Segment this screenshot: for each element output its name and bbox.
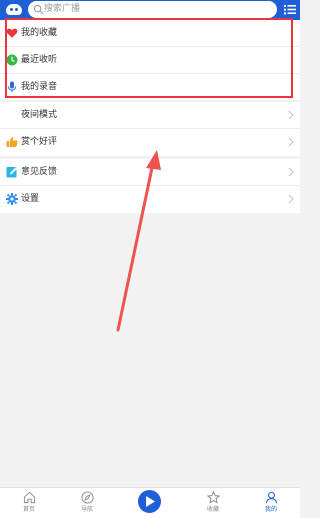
moon-icon bbox=[7, 109, 15, 120]
preferences-section: 夜间模式 赏个好评 bbox=[0, 102, 300, 156]
nav-tab-favorites[interactable]: 收藏 bbox=[198, 491, 228, 517]
nav-tab-home[interactable]: 首页 bbox=[14, 491, 44, 517]
nav-tab-mine[interactable]: 我的 bbox=[256, 491, 286, 517]
menu-item-label: 设置 bbox=[21, 194, 40, 204]
menu-item-feedback[interactable]: 意见反馈 bbox=[0, 159, 300, 186]
chevron-right-icon bbox=[288, 194, 294, 204]
search-input[interactable]: 搜索广播 bbox=[28, 1, 277, 18]
feedback-edit-icon bbox=[6, 167, 17, 178]
search-placeholder: 搜索广播 bbox=[44, 4, 81, 14]
menu-item-label: 意见反馈 bbox=[21, 167, 58, 177]
star-icon bbox=[206, 491, 220, 504]
compass-icon bbox=[80, 491, 94, 504]
menu-item-settings[interactable]: 设置 bbox=[0, 186, 300, 213]
home-icon bbox=[23, 491, 35, 504]
annotation-highlight-box bbox=[5, 18, 293, 98]
nav-tab-navigation[interactable]: 导航 bbox=[72, 491, 102, 517]
user-icon bbox=[265, 491, 277, 504]
play-button[interactable] bbox=[138, 490, 161, 513]
menu-item-night-mode[interactable]: 夜间模式 bbox=[0, 102, 300, 129]
list-menu-icon[interactable] bbox=[284, 4, 296, 15]
nav-tab-label: 收藏 bbox=[206, 506, 219, 513]
radio-logo-icon[interactable] bbox=[6, 4, 22, 15]
chevron-right-icon bbox=[288, 167, 294, 177]
nav-tab-label: 首页 bbox=[22, 506, 35, 513]
top-header: 搜索广播 bbox=[0, 0, 300, 20]
nav-tab-label: 导航 bbox=[80, 506, 93, 513]
chevron-right-icon bbox=[288, 137, 294, 147]
nav-tab-label: 我的 bbox=[264, 506, 277, 513]
menu-item-rate-app[interactable]: 赏个好评 bbox=[0, 129, 300, 156]
menu-item-label: 赏个好评 bbox=[21, 137, 58, 147]
chevron-right-icon bbox=[288, 110, 294, 120]
gear-icon bbox=[6, 193, 18, 205]
thumbs-up-icon bbox=[6, 136, 18, 147]
play-icon bbox=[146, 496, 155, 507]
support-section: 意见反馈 设置 bbox=[0, 159, 300, 213]
menu-item-label: 夜间模式 bbox=[21, 110, 58, 120]
search-icon bbox=[33, 4, 44, 15]
bottom-navigation: 首页 导航 收藏 我的 bbox=[0, 487, 300, 518]
app-screen: 搜索广播 我的收藏 最近收听 我的录音 夜间模式 赏个好评 意见反馈 设置 首页… bbox=[0, 0, 300, 518]
